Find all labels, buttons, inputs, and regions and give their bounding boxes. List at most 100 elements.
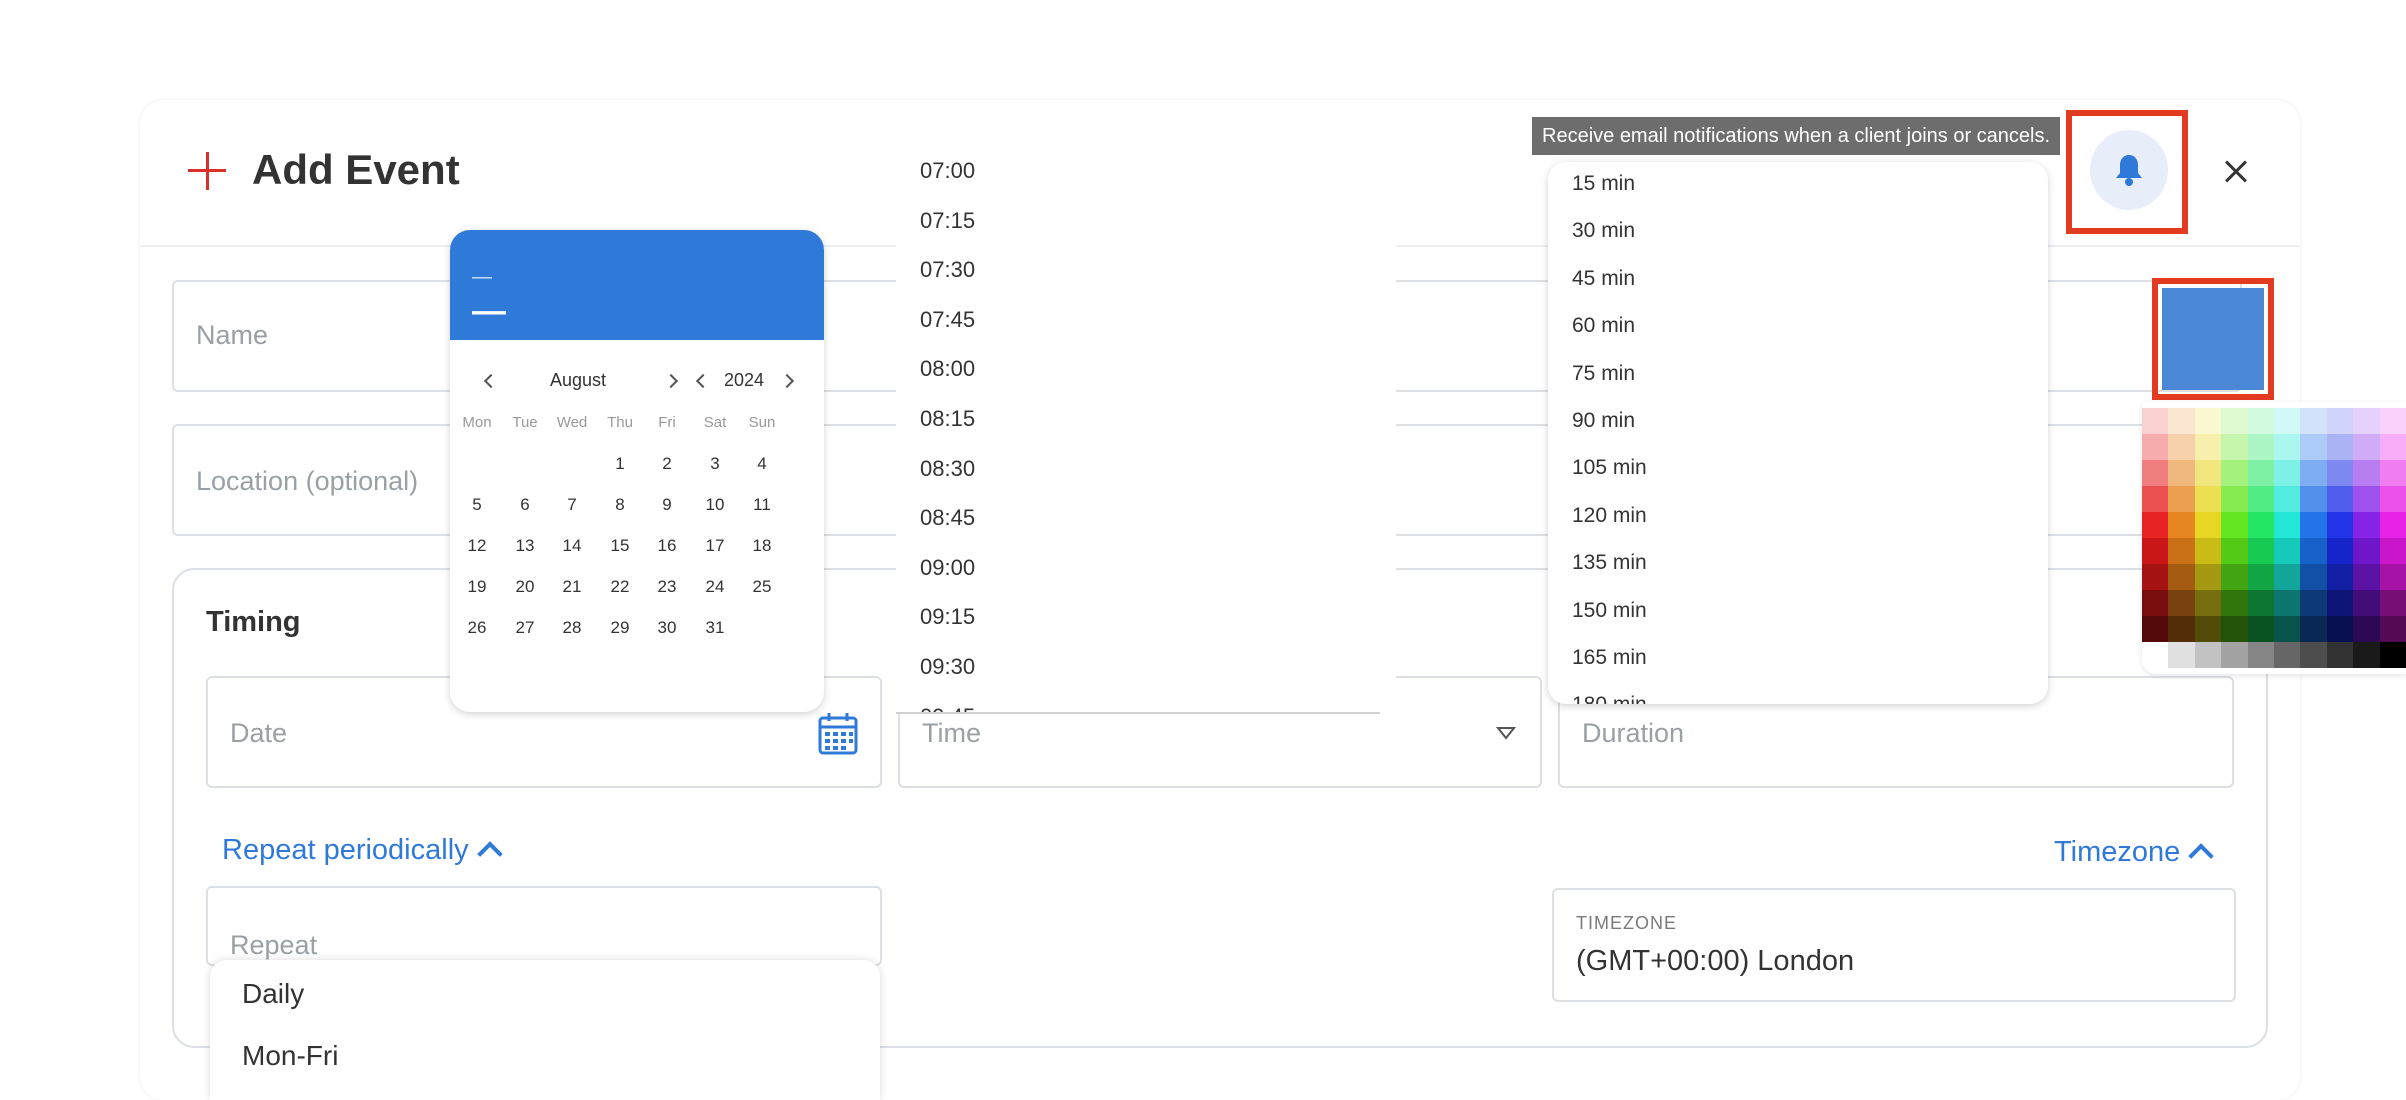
duration-option[interactable]: 90 min xyxy=(1572,409,1635,433)
palette-color[interactable] xyxy=(2379,590,2406,616)
calendar-day[interactable]: 19 xyxy=(457,577,497,597)
duration-option[interactable]: 135 min xyxy=(1572,551,1647,575)
palette-color[interactable] xyxy=(2300,434,2327,460)
palette-color[interactable] xyxy=(2194,460,2222,486)
palette-color[interactable] xyxy=(2353,408,2380,434)
palette-color[interactable] xyxy=(2247,486,2274,512)
palette-color[interactable] xyxy=(2194,590,2222,616)
palette-color[interactable] xyxy=(2326,564,2354,590)
calendar-day[interactable]: 3 xyxy=(695,454,735,474)
palette-color[interactable] xyxy=(2300,564,2327,590)
duration-option[interactable]: 180 min xyxy=(1572,693,1647,704)
palette-color[interactable] xyxy=(2168,538,2195,564)
palette-color[interactable] xyxy=(2247,408,2274,434)
calendar-day[interactable]: 16 xyxy=(647,536,687,556)
palette-color[interactable] xyxy=(2273,460,2301,486)
calendar-day[interactable]: 22 xyxy=(600,577,640,597)
color-swatch[interactable] xyxy=(2162,288,2264,390)
calendar-day[interactable]: 11 xyxy=(742,495,782,515)
palette-color[interactable] xyxy=(2221,486,2248,512)
calendar-day[interactable]: 23 xyxy=(647,577,687,597)
palette-color[interactable] xyxy=(2379,616,2406,642)
duration-option[interactable]: 45 min xyxy=(1572,267,1635,291)
palette-color[interactable] xyxy=(2168,434,2195,460)
palette-color[interactable] xyxy=(2168,616,2195,642)
palette-color[interactable] xyxy=(2247,512,2274,538)
palette-color[interactable] xyxy=(2221,408,2248,434)
repeat-periodically-link[interactable]: Repeat periodically xyxy=(222,834,503,867)
calendar-day[interactable]: 2 xyxy=(647,454,687,474)
calendar-day[interactable]: 28 xyxy=(552,618,592,638)
palette-color[interactable] xyxy=(2247,590,2274,616)
palette-color[interactable] xyxy=(2300,486,2327,512)
palette-color[interactable] xyxy=(2300,590,2327,616)
palette-color[interactable] xyxy=(2142,460,2169,486)
palette-color[interactable] xyxy=(2273,642,2301,668)
calendar-day[interactable]: 8 xyxy=(600,495,640,515)
calendar-icon[interactable] xyxy=(818,712,858,756)
palette-color[interactable] xyxy=(2194,642,2222,668)
calendar-day[interactable]: 18 xyxy=(742,536,782,556)
duration-option[interactable]: 15 min xyxy=(1572,172,1635,196)
next-year-icon[interactable] xyxy=(779,373,795,389)
calendar-day[interactable]: 14 xyxy=(552,536,592,556)
palette-color[interactable] xyxy=(2142,538,2169,564)
palette-color[interactable] xyxy=(2300,616,2327,642)
palette-color[interactable] xyxy=(2194,512,2222,538)
palette-color[interactable] xyxy=(2379,538,2406,564)
palette-color[interactable] xyxy=(2379,486,2406,512)
palette-color[interactable] xyxy=(2353,434,2380,460)
duration-option[interactable]: 60 min xyxy=(1572,314,1635,338)
prev-month-icon[interactable] xyxy=(483,373,499,389)
palette-color[interactable] xyxy=(2273,486,2301,512)
palette-color[interactable] xyxy=(2168,460,2195,486)
palette-color[interactable] xyxy=(2326,590,2354,616)
palette-color[interactable] xyxy=(2300,538,2327,564)
palette-color[interactable] xyxy=(2142,486,2169,512)
calendar-day[interactable]: 24 xyxy=(695,577,735,597)
calendar-day[interactable]: 29 xyxy=(600,618,640,638)
time-option[interactable]: 07:00 xyxy=(920,158,975,184)
calendar-day[interactable]: 17 xyxy=(695,536,735,556)
palette-color[interactable] xyxy=(2353,486,2380,512)
time-option[interactable]: 07:45 xyxy=(920,307,975,333)
palette-color[interactable] xyxy=(2273,434,2301,460)
palette-color[interactable] xyxy=(2168,564,2195,590)
palette-color[interactable] xyxy=(2247,538,2274,564)
palette-color[interactable] xyxy=(2194,564,2222,590)
time-option[interactable]: 07:15 xyxy=(920,208,975,234)
calendar-day[interactable]: 31 xyxy=(695,618,735,638)
time-option[interactable]: 09:30 xyxy=(920,654,975,680)
palette-color[interactable] xyxy=(2326,460,2354,486)
palette-color[interactable] xyxy=(2247,564,2274,590)
notify-button[interactable] xyxy=(2090,130,2168,210)
duration-option[interactable]: 75 min xyxy=(1572,362,1635,386)
palette-color[interactable] xyxy=(2300,512,2327,538)
calendar-day[interactable]: 6 xyxy=(505,495,545,515)
palette-color[interactable] xyxy=(2194,616,2222,642)
time-option[interactable]: 09:00 xyxy=(920,555,975,581)
palette-color[interactable] xyxy=(2353,590,2380,616)
palette-color[interactable] xyxy=(2273,564,2301,590)
palette-color[interactable] xyxy=(2379,408,2406,434)
palette-color[interactable] xyxy=(2221,564,2248,590)
palette-color[interactable] xyxy=(2221,590,2248,616)
palette-color[interactable] xyxy=(2353,512,2380,538)
palette-color[interactable] xyxy=(2221,460,2248,486)
palette-color[interactable] xyxy=(2194,434,2222,460)
duration-option[interactable]: 120 min xyxy=(1572,504,1647,528)
palette-color[interactable] xyxy=(2221,512,2248,538)
palette-color[interactable] xyxy=(2168,408,2195,434)
palette-color[interactable] xyxy=(2379,460,2406,486)
calendar-day[interactable]: 10 xyxy=(695,495,735,515)
time-option[interactable]: 07:30 xyxy=(920,257,975,283)
calendar-day[interactable]: 5 xyxy=(457,495,497,515)
duration-option[interactable]: 165 min xyxy=(1572,646,1647,670)
calendar-day[interactable]: 4 xyxy=(742,454,782,474)
close-icon[interactable] xyxy=(2208,152,2264,192)
palette-color[interactable] xyxy=(2247,642,2274,668)
time-option[interactable]: 08:15 xyxy=(920,406,975,432)
palette-color[interactable] xyxy=(2168,642,2195,668)
palette-color[interactable] xyxy=(2353,460,2380,486)
palette-color[interactable] xyxy=(2379,642,2406,668)
